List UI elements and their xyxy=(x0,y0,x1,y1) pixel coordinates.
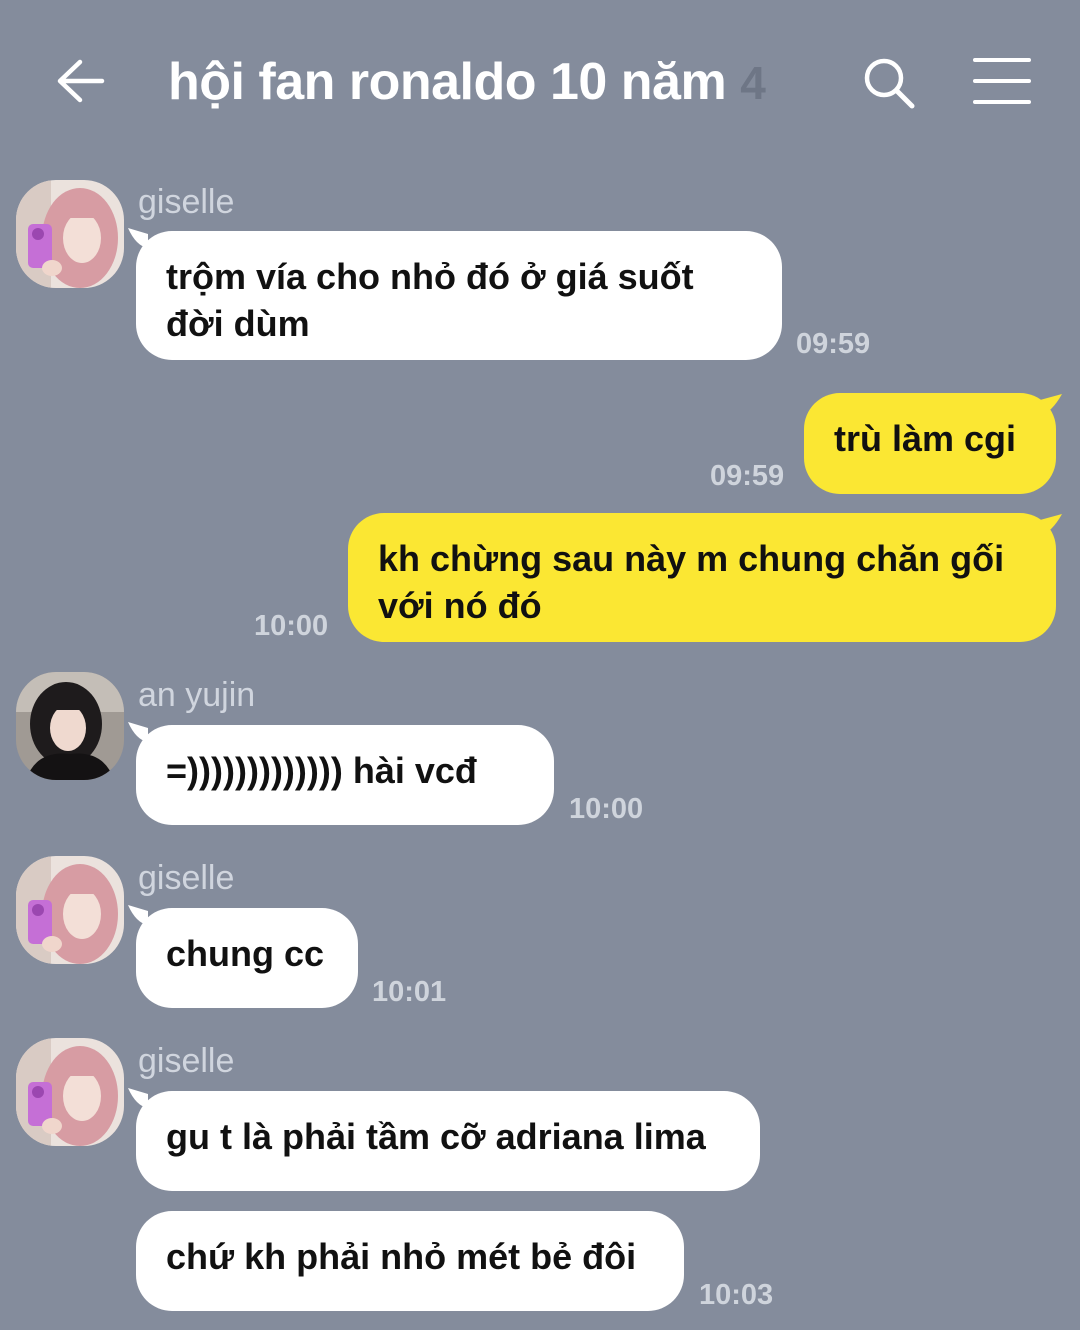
sender-name: giselle xyxy=(138,1042,235,1080)
chat-title-area: hội fan ronaldo 10 năm 4 xyxy=(168,50,848,114)
message-time: 10:03 xyxy=(699,1279,774,1311)
message-time: 10:01 xyxy=(372,976,447,1008)
chat-header: hội fan ronaldo 10 năm 4 xyxy=(0,0,1080,160)
bubble-tail xyxy=(1040,394,1062,416)
message-bubble[interactable]: gu t là phải tầm cỡ adriana lima xyxy=(136,1091,760,1191)
message-bubble[interactable]: kh chừng sau này m chung chăn gối với nó… xyxy=(348,513,1056,642)
message-bubble[interactable]: trộm vía cho nhỏ đó ở giá suốt đời dùm xyxy=(136,231,782,360)
message-time: 09:59 xyxy=(710,460,785,492)
message-bubble[interactable]: trù làm cgi xyxy=(804,393,1056,494)
member-count: 4 xyxy=(740,57,766,109)
search-button[interactable] xyxy=(860,54,918,112)
avatar-giselle[interactable] xyxy=(16,1038,124,1146)
message-time: 10:00 xyxy=(254,610,329,642)
back-arrow-icon xyxy=(57,59,105,103)
chat-title: hội fan ronaldo 10 năm xyxy=(168,53,727,111)
bubble-tail xyxy=(1040,514,1062,536)
message-bubble[interactable]: =))))))))))))) hài vcđ xyxy=(136,725,554,825)
message-bubble[interactable]: chung cc xyxy=(136,908,358,1008)
avatar-giselle[interactable] xyxy=(16,856,124,964)
back-button[interactable] xyxy=(52,52,110,110)
message-time: 10:00 xyxy=(569,793,644,825)
search-icon xyxy=(864,58,915,109)
sender-name: an yujin xyxy=(138,676,256,714)
message-time: 09:59 xyxy=(796,328,871,360)
sender-name: giselle xyxy=(138,183,235,221)
avatar-an-yujin[interactable] xyxy=(16,672,124,780)
menu-button[interactable] xyxy=(972,56,1032,106)
avatar-giselle[interactable] xyxy=(16,180,124,288)
message-bubble[interactable]: chứ kh phải nhỏ mét bẻ đôi xyxy=(136,1211,684,1311)
menu-icon xyxy=(973,58,1031,104)
sender-name: giselle xyxy=(138,859,235,897)
